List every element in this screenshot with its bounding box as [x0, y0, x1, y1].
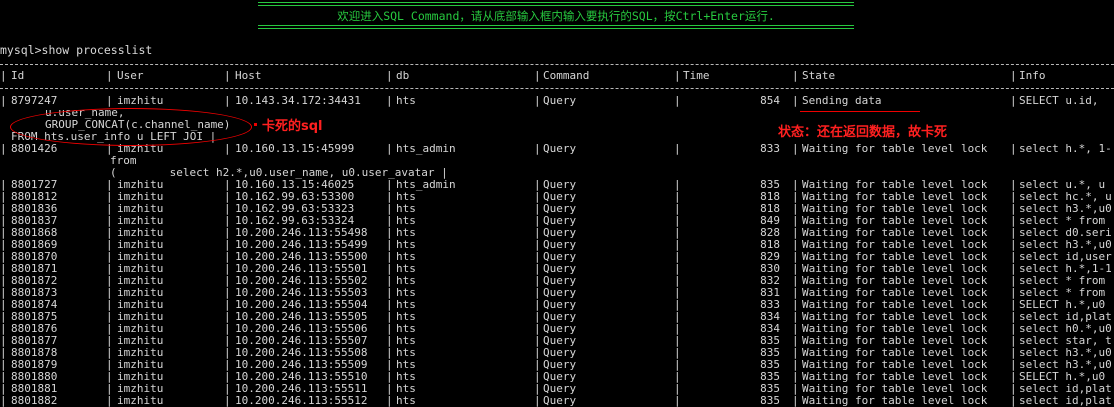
command-echo: mysql>show processlist — [0, 43, 153, 57]
column-separator: | — [386, 94, 393, 107]
column-separator: | — [224, 69, 231, 82]
column-separator: | — [674, 69, 681, 82]
annotation-pointer-dot — [254, 123, 257, 126]
column-separator: | — [1010, 394, 1017, 407]
column-separator: | — [674, 94, 681, 107]
row-8797247-host: 10.143.34.172:34431 — [235, 94, 361, 107]
column-separator: | — [106, 394, 113, 407]
row-8801426-db: hts_admin — [396, 142, 456, 155]
row-8801426-command: Query — [543, 142, 577, 155]
column-header-host: Host — [235, 69, 262, 82]
state-annotation: 状态：还在返回数据，故卡死 — [778, 125, 948, 140]
table-row-time: 835 — [760, 394, 780, 407]
table-row-command: Query — [543, 394, 577, 407]
column-header-user: User — [117, 69, 144, 82]
row-8797247-command: Query — [543, 94, 577, 107]
column-separator: | — [1010, 94, 1017, 107]
table-top-border — [0, 64, 1114, 65]
column-separator: | — [0, 94, 7, 107]
column-separator: | — [792, 142, 799, 155]
table-row-host: 10.200.246.113:55512 — [235, 394, 368, 407]
column-header-command: Command — [543, 69, 590, 82]
column-separator: | — [792, 69, 799, 82]
banner-bottom-rule — [258, 25, 854, 29]
column-separator: | — [386, 394, 393, 407]
row-8797247-db: hts — [396, 94, 416, 107]
row-8801426-id: 8801426 — [11, 142, 58, 155]
column-separator: | — [224, 394, 231, 407]
column-separator: | — [106, 69, 113, 82]
column-separator: | — [792, 394, 799, 407]
column-header-id: Id — [11, 69, 25, 82]
table-row-user: imzhitu — [117, 394, 164, 407]
banner-top-rule — [258, 2, 854, 6]
welcome-banner: 欢迎进入SQL Command，请从底部输入框内输入要执行的SQL，按Ctrl+… — [337, 9, 775, 23]
column-separator: | — [224, 142, 231, 155]
table-row-info: select id,plat — [1019, 394, 1112, 407]
row-8797247-state: Sending data — [802, 94, 882, 107]
column-separator: | — [674, 142, 681, 155]
column-separator: | — [0, 69, 7, 82]
table-row-db: hts — [396, 394, 416, 407]
row-8801426-host: 10.160.13.15:45999 — [235, 142, 355, 155]
row-8801426-time: 833 — [760, 142, 780, 155]
stuck-sql-highlight-oval — [10, 108, 252, 146]
column-header-info: Info — [1019, 69, 1046, 82]
column-separator: | — [0, 142, 7, 155]
table-row-id: 8801882 — [11, 394, 58, 407]
column-header-state: State — [802, 69, 836, 82]
row-8801426-state: Waiting for table level lock — [802, 142, 988, 155]
column-separator: | — [224, 94, 231, 107]
column-header-db: db — [396, 69, 410, 82]
stuck-sql-annotation: 卡死的sql — [262, 119, 323, 134]
column-separator: | — [534, 142, 541, 155]
table-header-border — [0, 88, 1114, 89]
table-row-state: Waiting for table level lock — [802, 394, 988, 407]
column-separator: | — [1010, 69, 1017, 82]
column-separator: | — [534, 94, 541, 107]
column-separator: | — [534, 394, 541, 407]
row-8801426-info: select h.*, 1- — [1019, 142, 1112, 155]
column-separator: | — [386, 142, 393, 155]
column-header-time: Time — [683, 69, 710, 82]
column-separator: | — [534, 69, 541, 82]
column-separator: | — [0, 394, 7, 407]
column-separator: | — [1010, 142, 1017, 155]
column-separator: | — [792, 94, 799, 107]
column-separator: | — [674, 394, 681, 407]
row-8797247-time: 854 — [760, 94, 780, 107]
row-8797247-info: SELECT u.id, — [1019, 94, 1099, 107]
column-separator: | — [386, 69, 393, 82]
state-underline — [800, 111, 920, 112]
